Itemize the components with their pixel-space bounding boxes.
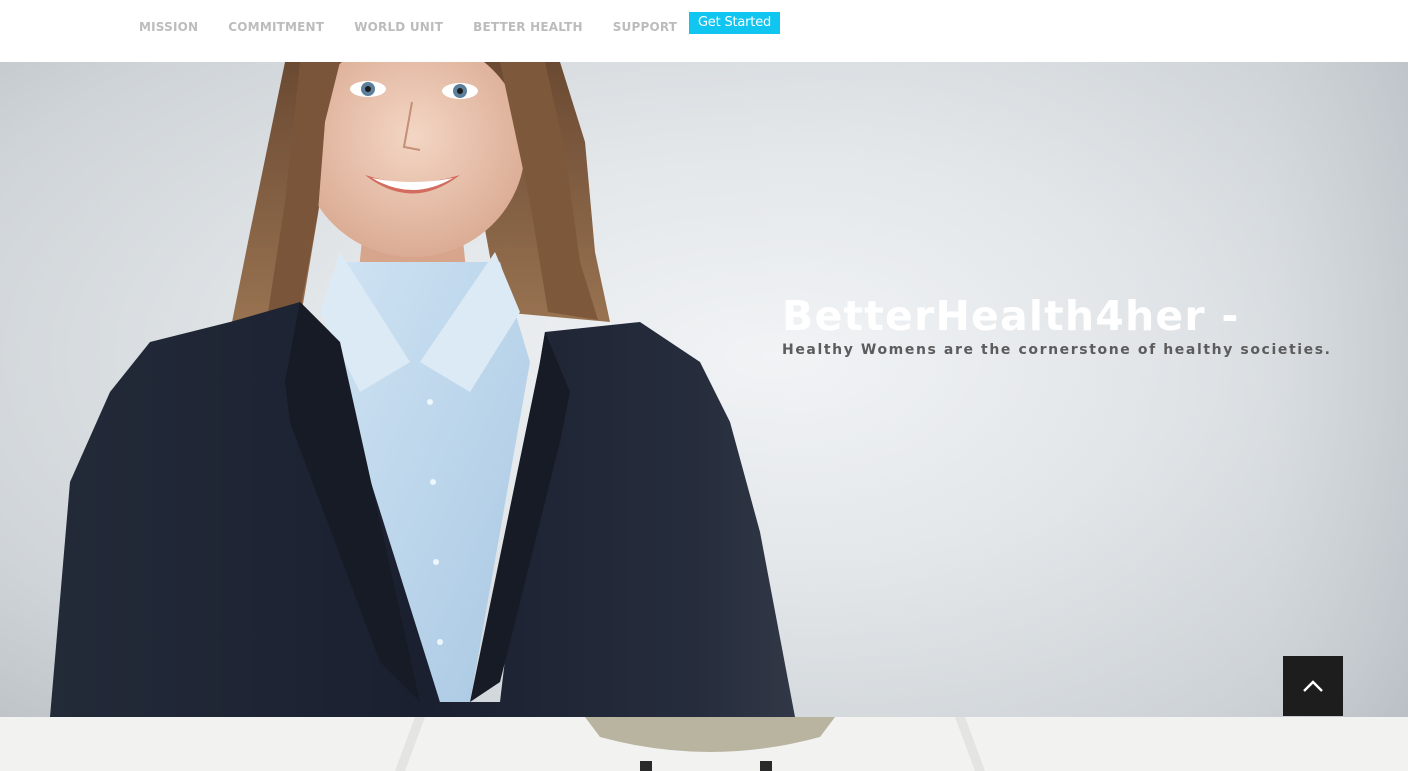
hero-photo	[50, 62, 1408, 717]
nav-link-support[interactable]: SUPPORT	[613, 19, 677, 35]
nav-link-world-unit[interactable]: WORLD UNIT	[354, 19, 443, 35]
page: MISSION COMMITMENT WORLD UNIT BETTER HEA…	[0, 0, 1408, 771]
scroll-to-top-button[interactable]	[1283, 656, 1343, 716]
hero-subtitle: Healthy Womens are the cornerstone of he…	[782, 342, 1332, 358]
chevron-up-icon	[1303, 680, 1323, 692]
top-navbar: MISSION COMMITMENT WORLD UNIT BETTER HEA…	[0, 0, 1408, 62]
next-section-preview	[0, 717, 1408, 771]
get-started-button[interactable]: Get Started	[689, 12, 780, 34]
hero-title: BetterHealth4her -	[782, 292, 1240, 340]
hero-text: BetterHealth4her - Healthy Womens are th…	[782, 292, 1332, 358]
chair-image	[395, 717, 985, 771]
nav-link-mission[interactable]: MISSION	[139, 19, 198, 35]
nav-link-commitment[interactable]: COMMITMENT	[228, 19, 324, 35]
main-nav: MISSION COMMITMENT WORLD UNIT BETTER HEA…	[139, 19, 707, 35]
nav-link-better-health[interactable]: BETTER HEALTH	[473, 19, 583, 35]
hero-section: BetterHealth4her - Healthy Womens are th…	[0, 62, 1408, 717]
